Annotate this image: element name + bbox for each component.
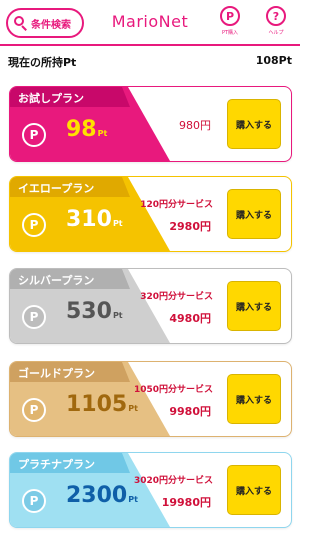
plan-points-value: 1105 bbox=[66, 392, 128, 417]
point-icon: P bbox=[220, 6, 240, 26]
plan-card-silver: シルバープラン P 530 Pt 320円分サービス 4980円 購入する bbox=[9, 268, 292, 344]
point-coin-icon: P bbox=[22, 398, 46, 422]
header-bar: 条件検索 MarioNet P PT購入 ? ヘルプ bbox=[0, 0, 300, 46]
plan-bonus: 120円分サービス bbox=[140, 200, 213, 210]
search-icon bbox=[14, 16, 28, 31]
buy-button-silver[interactable]: 購入する bbox=[227, 281, 281, 331]
plan-bonus: 1050円分サービス bbox=[133, 385, 213, 395]
current-points-value: 108Pt bbox=[255, 54, 292, 67]
plan-points: 530 Pt bbox=[66, 299, 123, 324]
plan-bonus: 320円分サービス bbox=[140, 292, 213, 302]
condition-search-button[interactable]: 条件検索 bbox=[6, 8, 84, 38]
plan-points-value: 98 bbox=[66, 117, 97, 142]
plan-name: ゴールドプラン bbox=[18, 367, 95, 380]
buy-button-gold[interactable]: 購入する bbox=[227, 374, 281, 424]
point-purchase-button[interactable]: P PT購入 bbox=[212, 6, 248, 36]
plan-points: 98 Pt bbox=[66, 117, 107, 142]
plan-name: シルバープラン bbox=[18, 274, 95, 287]
current-points-label: 現在の所持Pt bbox=[8, 56, 77, 69]
point-coin-icon: P bbox=[22, 213, 46, 237]
plan-points-unit: Pt bbox=[112, 311, 123, 320]
plan-bonus: 3020円分サービス bbox=[133, 476, 213, 486]
plan-points-value: 310 bbox=[66, 207, 112, 232]
point-coin-icon: P bbox=[22, 305, 46, 329]
plan-points: 1105 Pt bbox=[66, 392, 138, 417]
plan-price: 980円 bbox=[179, 119, 211, 132]
plan-points-value: 2300 bbox=[66, 483, 128, 508]
plan-points-unit: Pt bbox=[97, 129, 108, 138]
plan-name: プラチナプラン bbox=[18, 458, 95, 471]
plan-price: 4980円 bbox=[169, 312, 211, 325]
plan-card-platinum: プラチナプラン P 2300 Pt 3020円分サービス 19980円 購入する bbox=[9, 452, 292, 528]
buy-button-label: 購入する bbox=[235, 486, 272, 497]
plan-points-unit: Pt bbox=[128, 404, 138, 413]
plan-price: 2980円 bbox=[169, 220, 211, 233]
plan-points-unit: Pt bbox=[128, 495, 138, 504]
plan-card-trial: お試しプラン P 98 Pt 980円 購入する bbox=[9, 86, 292, 162]
buy-button-platinum[interactable]: 購入する bbox=[227, 465, 281, 515]
buy-button-yellow[interactable]: 購入する bbox=[227, 189, 281, 239]
plan-name: お試しプラン bbox=[18, 92, 84, 105]
current-points-row: 現在の所持Pt 108Pt bbox=[0, 46, 300, 76]
buy-button-label: 購入する bbox=[235, 120, 272, 131]
plan-price: 9980円 bbox=[169, 405, 211, 418]
help-button[interactable]: ? ヘルプ bbox=[258, 6, 294, 36]
plan-card-gold: ゴールドプラン P 1105 Pt 1050円分サービス 9980円 購入する bbox=[9, 361, 292, 437]
plan-points: 310 Pt bbox=[66, 207, 123, 232]
point-coin-icon: P bbox=[22, 123, 46, 147]
plan-card-yellow: イエロープラン P 310 Pt 120円分サービス 2980円 購入する bbox=[9, 176, 292, 252]
condition-search-label: 条件検索 bbox=[31, 19, 71, 31]
plan-points-value: 530 bbox=[66, 299, 112, 324]
plan-points-unit: Pt bbox=[112, 219, 123, 228]
plan-points: 2300 Pt bbox=[66, 483, 138, 508]
plan-price: 19980円 bbox=[161, 496, 211, 509]
buy-button-label: 購入する bbox=[235, 210, 272, 221]
buy-button-trial[interactable]: 購入する bbox=[227, 99, 281, 149]
help-caption: ヘルプ bbox=[268, 30, 284, 36]
plan-name: イエロープラン bbox=[18, 182, 95, 195]
point-coin-icon: P bbox=[22, 489, 46, 513]
buy-button-label: 購入する bbox=[235, 302, 272, 313]
point-purchase-caption: PT購入 bbox=[221, 30, 239, 36]
help-icon: ? bbox=[266, 6, 286, 26]
buy-button-label: 購入する bbox=[235, 395, 272, 406]
